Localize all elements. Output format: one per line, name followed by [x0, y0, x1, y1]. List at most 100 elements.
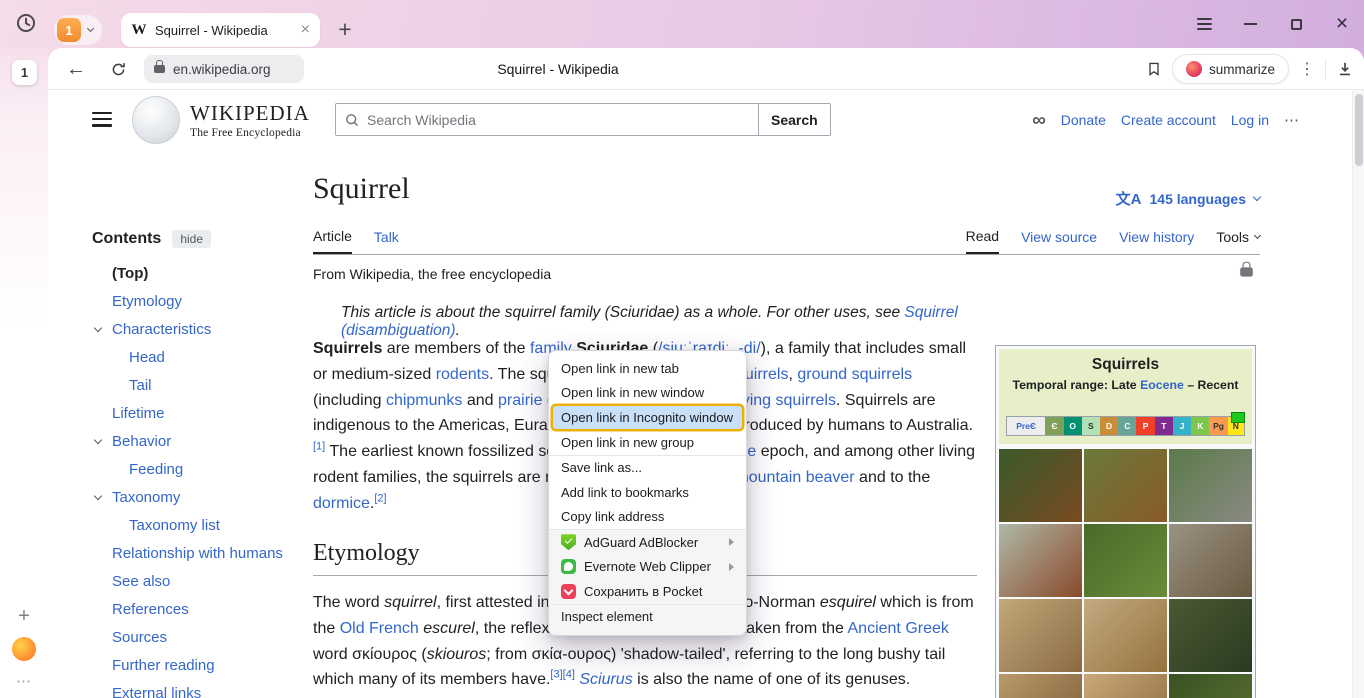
timescale-segment[interactable]: T	[1155, 417, 1173, 435]
timescale-segment[interactable]: Pg	[1209, 417, 1227, 435]
tab-tools[interactable]: Tools	[1216, 226, 1260, 254]
toc-item[interactable]: Characteristics	[92, 316, 306, 344]
languages-button[interactable]: 文A 145 languages	[1116, 188, 1260, 209]
timescale-segment[interactable]: PreЄ	[1007, 417, 1045, 435]
context-menu-item[interactable]: Add link to bookmarks	[549, 480, 746, 505]
toc-item[interactable]: Taxonomy	[92, 484, 306, 512]
maximize-button[interactable]	[1286, 14, 1306, 34]
sidebar-more-icon[interactable]: ⋯	[16, 672, 32, 690]
wikipedia-logo[interactable]	[132, 96, 180, 144]
context-menu-item[interactable]: Open link in Incognito window	[553, 406, 742, 429]
tab-group-pill[interactable]: 1	[54, 15, 102, 45]
timescale-segment[interactable]: S	[1082, 417, 1100, 435]
timescale-segment[interactable]: C	[1118, 417, 1136, 435]
login-link[interactable]: Log in	[1231, 112, 1269, 128]
search-input[interactable]	[367, 112, 750, 128]
timescale-segment[interactable]: D	[1100, 417, 1118, 435]
address-bar[interactable]: en.wikipedia.org	[144, 55, 304, 83]
squirrel-photo[interactable]	[999, 599, 1082, 672]
squirrel-photo[interactable]	[999, 524, 1082, 597]
squirrel-photo[interactable]	[1169, 599, 1252, 672]
history-clock-icon[interactable]	[13, 10, 39, 36]
timescale-segment[interactable]: P	[1136, 417, 1154, 435]
context-menu-item[interactable]: AdGuard AdBlocker	[549, 530, 746, 555]
chevron-down-icon[interactable]	[94, 492, 102, 500]
scrollbar-thumb[interactable]	[1355, 94, 1363, 166]
glasses-icon[interactable]: ∞	[1032, 111, 1046, 130]
tab-view-source[interactable]: View source	[1021, 226, 1097, 254]
toc-item[interactable]: References	[92, 596, 306, 624]
toc-item[interactable]: Sources	[92, 624, 306, 652]
sidebar-tab-count-button[interactable]: 1	[12, 60, 37, 85]
toc-hide-button[interactable]: hide	[172, 230, 211, 248]
squirrel-photo[interactable]	[999, 449, 1082, 522]
chevron-down-icon[interactable]	[94, 436, 102, 444]
squirrel-photo[interactable]	[1084, 449, 1167, 522]
timescale-segment[interactable]: O	[1064, 417, 1082, 435]
new-tab-button[interactable]: +	[330, 12, 360, 46]
toc-item[interactable]: Taxonomy list	[92, 512, 306, 540]
squirrel-photo[interactable]	[1084, 524, 1167, 597]
donate-link[interactable]: Donate	[1061, 112, 1106, 128]
toc-item[interactable]: Head	[92, 344, 306, 372]
page-protection-icon	[1240, 267, 1253, 276]
temporal-range: Temporal range: Late Eocene – Recent	[1003, 378, 1248, 392]
create-account-link[interactable]: Create account	[1121, 112, 1216, 128]
infobox-header: Squirrels Temporal range: Late Eocene – …	[999, 349, 1252, 444]
minimize-button[interactable]	[1240, 14, 1260, 34]
tab-view-history[interactable]: View history	[1119, 226, 1194, 254]
toc-item[interactable]: Lifetime	[92, 400, 306, 428]
tab-talk[interactable]: Talk	[374, 226, 399, 254]
article-title: Squirrel	[313, 172, 410, 206]
timescale-segment[interactable]: J	[1173, 417, 1191, 435]
squirrel-photo[interactable]	[1084, 599, 1167, 672]
toc-item[interactable]: (Top)	[92, 260, 306, 288]
browser-tab[interactable]: W Squirrel - Wikipedia ×	[121, 13, 320, 47]
squirrel-photo[interactable]	[999, 674, 1082, 698]
context-menu-item[interactable]: Сохранить в Pocket	[549, 579, 746, 604]
assistant-icon[interactable]	[12, 637, 36, 661]
tab-article[interactable]: Article	[313, 226, 352, 254]
context-menu-item[interactable]: Open link in new tab	[549, 356, 746, 381]
toc-item[interactable]: Tail	[92, 372, 306, 400]
search-button[interactable]: Search	[759, 103, 831, 136]
toc-item[interactable]: External links	[92, 680, 306, 698]
squirrel-photo[interactable]	[1169, 449, 1252, 522]
summarize-button[interactable]: summarize	[1172, 54, 1289, 84]
context-menu-item[interactable]: Save link as...	[549, 456, 746, 481]
toc-item[interactable]: Further reading	[92, 652, 306, 680]
squirrel-photo[interactable]	[1169, 674, 1252, 698]
context-menu-item[interactable]: Copy link address	[549, 505, 746, 530]
download-icon[interactable]	[1336, 60, 1354, 78]
bookmark-icon[interactable]	[1146, 60, 1162, 78]
toc-item[interactable]: See also	[92, 568, 306, 596]
tab-read[interactable]: Read	[966, 226, 999, 254]
wikipedia-wordmark[interactable]: WIKIPEDIA The Free Encyclopedia	[190, 101, 310, 139]
toolbar-more-icon[interactable]: ⋮	[1299, 59, 1315, 79]
context-menu-item[interactable]: Open link in new group	[549, 430, 746, 455]
toc-item[interactable]: Relationship with humans	[92, 540, 306, 568]
tab-close-icon[interactable]: ×	[301, 22, 310, 38]
timescale-segment[interactable]: K	[1191, 417, 1209, 435]
summarize-label: summarize	[1209, 62, 1275, 77]
context-menu-item[interactable]: Open link in new window	[549, 381, 746, 406]
context-menu-item[interactable]: Evernote Web Clipper	[549, 555, 746, 580]
toc-item[interactable]: Feeding	[92, 456, 306, 484]
wiki-menu-icon[interactable]	[92, 112, 112, 127]
squirrel-photo[interactable]	[1084, 674, 1167, 698]
wordmark-title: WIKIPEDIA	[190, 101, 310, 126]
browser-menu-icon[interactable]	[1194, 14, 1214, 34]
browser-toolbar: ← en.wikipedia.org Squirrel - Wikipedia …	[48, 48, 1364, 90]
close-button[interactable]: ×	[1332, 14, 1352, 34]
chevron-down-icon[interactable]	[94, 324, 102, 332]
context-menu-item[interactable]: Inspect element	[549, 605, 746, 630]
toc-item[interactable]: Behavior	[92, 428, 306, 456]
back-button[interactable]: ←	[60, 53, 92, 85]
reload-button[interactable]	[102, 53, 134, 85]
sidebar-add-icon[interactable]: +	[18, 606, 30, 626]
toc-item[interactable]: Etymology	[92, 288, 306, 316]
timescale-segment[interactable]: Є	[1045, 417, 1063, 435]
squirrel-photo[interactable]	[1169, 524, 1252, 597]
scrollbar[interactable]	[1352, 90, 1364, 698]
header-more-icon[interactable]: ⋯	[1284, 111, 1300, 129]
